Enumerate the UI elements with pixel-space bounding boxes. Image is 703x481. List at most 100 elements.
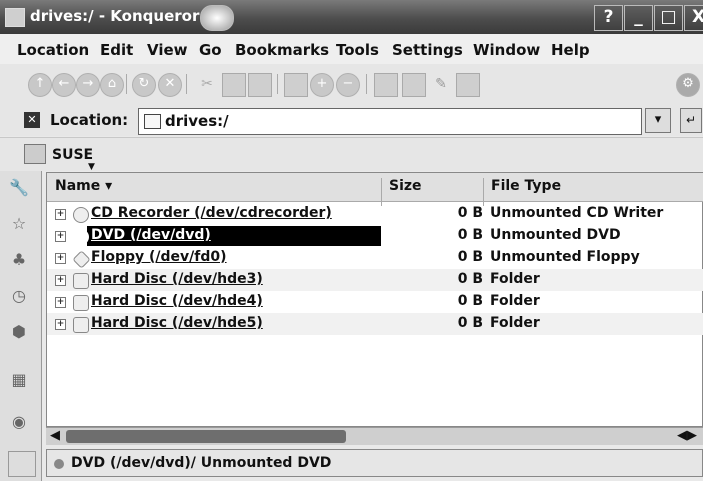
cd-writer-icon bbox=[73, 207, 89, 223]
settings-icon[interactable]: ⚙ bbox=[676, 73, 700, 97]
services-icon[interactable]: ▦ bbox=[6, 367, 32, 393]
close-button[interactable]: X bbox=[684, 5, 703, 31]
location-dropdown-button[interactable]: ▾ bbox=[645, 108, 671, 133]
back-icon[interactable]: ← bbox=[52, 73, 76, 97]
floppy-icon bbox=[72, 250, 91, 269]
maximize-button[interactable]: □ bbox=[654, 5, 683, 31]
file-type: Unmounted CD Writer bbox=[490, 205, 664, 221]
stop-icon[interactable]: ✕ bbox=[158, 73, 182, 97]
home-icon[interactable]: ⌂ bbox=[100, 73, 124, 97]
column-header: Name ▾ Size File Type bbox=[47, 173, 703, 206]
hard-disk-icon bbox=[73, 273, 89, 289]
window-menu-icon[interactable] bbox=[5, 8, 25, 27]
file-row[interactable]: + CD Recorder (/dev/cdrecorder) 0 B Unmo… bbox=[47, 203, 703, 225]
toolbar-separator bbox=[126, 74, 127, 94]
bookmark-suse[interactable]: SUSE bbox=[52, 147, 93, 163]
config-icon[interactable]: 🔧 bbox=[6, 175, 32, 201]
clear-location-icon[interactable]: ✕ bbox=[24, 112, 40, 128]
file-name[interactable]: DVD (/dev/dvd) bbox=[91, 227, 211, 243]
menu-bookmarks[interactable]: Bookmarks bbox=[235, 41, 329, 59]
menu-settings[interactable]: Settings bbox=[392, 41, 463, 59]
expand-icon[interactable]: + bbox=[55, 275, 66, 286]
cut-icon[interactable]: ✂ bbox=[196, 73, 218, 95]
location-label: Location: bbox=[50, 111, 129, 129]
go-button[interactable]: ↵ bbox=[680, 108, 702, 133]
sidebar-view-icon[interactable] bbox=[456, 73, 480, 97]
suse-logo-icon bbox=[200, 5, 234, 31]
file-row[interactable]: + Floppy (/dev/fd0) 0 B Unmounted Floppy bbox=[47, 247, 703, 269]
expand-icon[interactable]: + bbox=[55, 231, 66, 242]
file-row[interactable]: + Hard Disc (/dev/hde5) 0 B Folder bbox=[47, 313, 703, 335]
menu-tools[interactable]: Tools bbox=[336, 41, 379, 59]
file-name[interactable]: Hard Disc (/dev/hde4) bbox=[91, 293, 263, 309]
file-row[interactable]: + Hard Disc (/dev/hde3) 0 B Folder bbox=[47, 269, 703, 291]
status-indicator-icon bbox=[54, 459, 64, 469]
location-bar: ✕ Location: drives:/ ▾ ↵ bbox=[0, 104, 703, 136]
menu-view[interactable]: View bbox=[147, 41, 188, 59]
menu-edit[interactable]: Edit bbox=[100, 41, 133, 59]
file-type: Folder bbox=[490, 293, 540, 309]
expand-icon[interactable]: + bbox=[55, 319, 66, 330]
zoom-in-icon[interactable]: + bbox=[310, 73, 334, 97]
file-name[interactable]: Hard Disc (/dev/hde5) bbox=[91, 315, 263, 331]
column-size[interactable]: Size bbox=[389, 178, 422, 194]
column-name[interactable]: Name ▾ bbox=[55, 178, 112, 194]
main-toolbar: ↑ ← → ⌂ ↻ ✕ ✂ + − ✎ ⚙ bbox=[0, 64, 703, 104]
help-button[interactable]: ? bbox=[594, 5, 623, 31]
title-bar[interactable]: drives:/ - Konqueror ? _ □ X bbox=[0, 0, 703, 34]
status-text: DVD (/dev/dvd)/ Unmounted DVD bbox=[71, 455, 332, 471]
file-list-view[interactable]: Name ▾ Size File Type + CD Recorder (/de… bbox=[46, 172, 703, 427]
zoom-out-icon[interactable]: − bbox=[336, 73, 360, 97]
hard-disk-icon bbox=[73, 295, 89, 311]
home-folder-icon[interactable]: ⬢ bbox=[6, 319, 32, 345]
menu-window[interactable]: Window bbox=[473, 41, 540, 59]
root-folder-icon[interactable]: ◉ bbox=[6, 409, 32, 435]
menu-go[interactable]: Go bbox=[199, 41, 222, 59]
print-icon[interactable] bbox=[284, 73, 308, 97]
file-size: 0 B bbox=[457, 227, 483, 243]
expand-icon[interactable]: + bbox=[55, 253, 66, 264]
dvd-icon bbox=[73, 229, 89, 245]
detail-view-icon[interactable] bbox=[402, 73, 426, 97]
window-title: drives:/ - Konqueror bbox=[30, 7, 200, 25]
menu-location[interactable]: Location bbox=[17, 41, 89, 59]
folder-icon bbox=[144, 114, 161, 129]
column-separator bbox=[483, 178, 484, 206]
file-type: Folder bbox=[490, 271, 540, 287]
icon-view-icon[interactable] bbox=[374, 73, 398, 97]
file-row-selected[interactable]: + DVD (/dev/dvd) 0 B Unmounted DVD bbox=[47, 225, 703, 247]
paste-icon[interactable] bbox=[248, 73, 272, 97]
hard-disk-icon bbox=[73, 317, 89, 333]
file-name[interactable]: CD Recorder (/dev/cdrecorder) bbox=[91, 205, 332, 221]
scroll-right-icon[interactable]: ◀▶ bbox=[677, 428, 697, 443]
file-name[interactable]: Floppy (/dev/fd0) bbox=[91, 249, 227, 265]
bookmarks-star-icon[interactable]: ☆ bbox=[6, 211, 32, 237]
sort-chevron-icon: ▾ bbox=[105, 178, 113, 194]
forward-icon[interactable]: → bbox=[76, 73, 100, 97]
copy-icon[interactable] bbox=[222, 73, 246, 97]
file-size: 0 B bbox=[457, 205, 483, 221]
file-type: Unmounted Floppy bbox=[490, 249, 640, 265]
expand-icon[interactable]: + bbox=[55, 297, 66, 308]
scroll-left-icon[interactable]: ◀ bbox=[50, 428, 60, 443]
location-value: drives:/ bbox=[165, 112, 229, 130]
file-row[interactable]: + Hard Disc (/dev/hde4) 0 B Folder bbox=[47, 291, 703, 313]
file-name[interactable]: Hard Disc (/dev/hde3) bbox=[91, 271, 263, 287]
location-input[interactable]: drives:/ bbox=[138, 108, 642, 135]
history-icon[interactable]: ◷ bbox=[6, 283, 32, 309]
network-icon[interactable]: ♣ bbox=[6, 247, 32, 273]
reload-icon[interactable]: ↻ bbox=[132, 73, 156, 97]
file-size: 0 B bbox=[457, 271, 483, 287]
expand-icon[interactable]: + bbox=[55, 209, 66, 220]
menu-help[interactable]: Help bbox=[551, 41, 590, 59]
panel-toggle[interactable] bbox=[8, 451, 36, 477]
bookmark-icon[interactable]: ✎ bbox=[430, 73, 452, 95]
minimize-button[interactable]: _ bbox=[624, 5, 653, 31]
scrollbar-thumb[interactable] bbox=[66, 430, 346, 443]
file-size: 0 B bbox=[457, 293, 483, 309]
up-icon[interactable]: ↑ bbox=[28, 73, 52, 97]
menu-bar: Location Edit View Go Bookmarks Tools Se… bbox=[0, 34, 703, 64]
file-size: 0 B bbox=[457, 315, 483, 331]
column-file-type[interactable]: File Type bbox=[491, 178, 561, 194]
horizontal-scrollbar[interactable]: ◀ ◀▶ bbox=[46, 427, 703, 445]
